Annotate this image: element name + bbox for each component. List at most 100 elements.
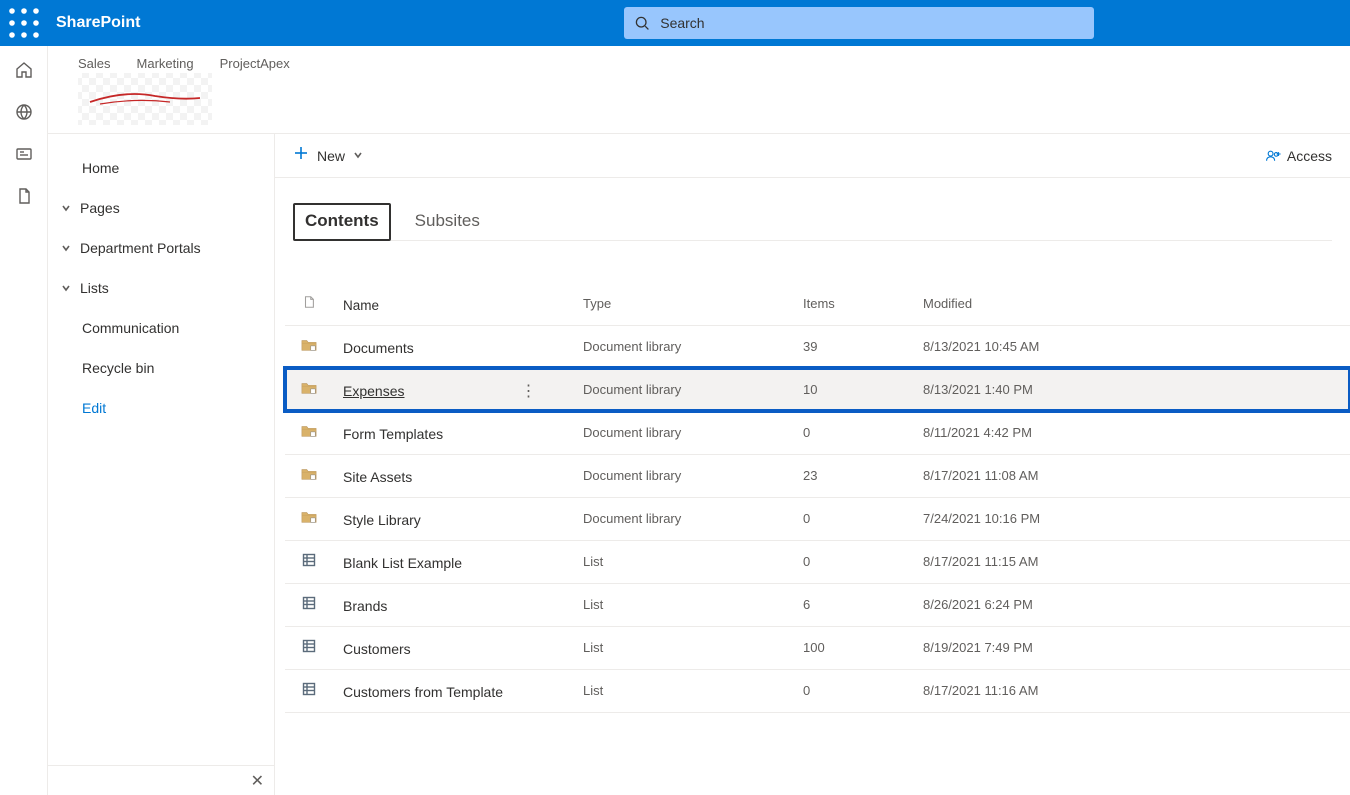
nav-department-portals[interactable]: Department Portals <box>48 228 274 268</box>
table-row[interactable]: Documents Document library398/13/2021 10:… <box>285 325 1350 368</box>
row-modified: 8/17/2021 11:15 AM <box>913 540 1350 583</box>
row-items: 0 <box>793 411 913 454</box>
row-items: 0 <box>793 540 913 583</box>
nav-pages[interactable]: Pages <box>48 188 274 228</box>
access-button[interactable]: Access <box>1265 148 1332 164</box>
row-items: 23 <box>793 454 913 497</box>
table-row[interactable]: Site AssetsDocument library238/17/2021 1… <box>285 454 1350 497</box>
access-label: Access <box>1287 148 1332 164</box>
nav-edit[interactable]: Edit <box>48 388 274 428</box>
column-name[interactable]: Name <box>333 283 573 325</box>
row-name[interactable]: Brands <box>343 598 387 614</box>
tab-contents[interactable]: Contents <box>293 203 391 241</box>
breadcrumb-item[interactable]: Sales <box>78 56 111 71</box>
chevron-down-icon <box>353 147 363 165</box>
breadcrumb-item[interactable]: ProjectApex <box>220 56 290 71</box>
row-name[interactable]: Customers from Template <box>343 684 503 700</box>
row-type: Document library <box>573 368 793 411</box>
row-name[interactable]: Form Templates <box>343 426 443 442</box>
close-icon[interactable]: ✕ <box>251 771 264 791</box>
tabs: Contents Subsites <box>293 202 1332 241</box>
row-name[interactable]: Customers <box>343 641 411 657</box>
row-modified: 8/17/2021 11:16 AM <box>913 669 1350 712</box>
nav-label: Lists <box>80 280 109 296</box>
row-name[interactable]: Blank List Example <box>343 555 462 571</box>
tab-subsites[interactable]: Subsites <box>403 203 492 241</box>
app-launcher-icon[interactable] <box>8 7 40 39</box>
table-row[interactable]: Customers List1008/19/2021 7:49 PM <box>285 626 1350 669</box>
news-icon[interactable] <box>14 144 34 164</box>
row-items: 0 <box>793 669 913 712</box>
doclib-icon <box>301 338 317 352</box>
left-nav: Home Pages Department Portals Lists Comm… <box>48 134 275 795</box>
doclib-icon <box>301 467 317 481</box>
row-name[interactable]: Site Assets <box>343 469 412 485</box>
nav-communication[interactable]: Communication <box>48 308 274 348</box>
row-modified: 8/13/2021 10:45 AM <box>913 325 1350 368</box>
row-items: 100 <box>793 626 913 669</box>
nav-label: Home <box>82 160 119 176</box>
row-type: List <box>573 540 793 583</box>
search-input[interactable]: Search <box>624 7 1094 39</box>
list-icon <box>302 639 316 653</box>
contents-table: Name Type Items Modified DocumentsDocume… <box>285 283 1350 713</box>
brand-label[interactable]: SharePoint <box>56 14 140 32</box>
app-rail <box>0 46 48 795</box>
column-modified[interactable]: Modified <box>913 283 1350 325</box>
row-modified: 8/11/2021 4:42 PM <box>913 411 1350 454</box>
nav-label: Communication <box>82 320 179 336</box>
row-items: 6 <box>793 583 913 626</box>
search-placeholder: Search <box>660 15 704 31</box>
doclib-icon <box>301 381 317 395</box>
row-type: List <box>573 626 793 669</box>
nav-recycle-bin[interactable]: Recycle bin <box>48 348 274 388</box>
people-icon <box>1265 148 1281 164</box>
row-modified: 8/13/2021 1:40 PM <box>913 368 1350 411</box>
row-type: Document library <box>573 325 793 368</box>
table-row[interactable]: Form Templates Document library08/11/2021… <box>285 411 1350 454</box>
plus-icon <box>293 145 309 166</box>
breadcrumb: Sales Marketing ProjectApex <box>78 56 1320 71</box>
row-name[interactable]: Expenses <box>343 383 404 399</box>
nav-lists[interactable]: Lists <box>48 268 274 308</box>
column-type[interactable]: Type <box>573 283 793 325</box>
row-type: Document library <box>573 411 793 454</box>
nav-label: Pages <box>80 200 120 216</box>
page-icon <box>301 295 317 309</box>
row-modified: 8/19/2021 7:49 PM <box>913 626 1350 669</box>
chevron-down-icon <box>60 243 72 253</box>
row-items: 0 <box>793 497 913 540</box>
table-row[interactable]: Blank List Example List08/17/2021 11:15 A… <box>285 540 1350 583</box>
table-row[interactable]: Customers from TemplateList08/17/2021 11… <box>285 669 1350 712</box>
table-row[interactable]: Brands List68/26/2021 6:24 PM <box>285 583 1350 626</box>
nav-home[interactable]: Home <box>48 148 274 188</box>
new-label: New <box>317 148 345 164</box>
table-row[interactable]: Expenses⋮Document library108/13/2021 1:4… <box>285 368 1350 411</box>
row-modified: 8/26/2021 6:24 PM <box>913 583 1350 626</box>
column-icon[interactable] <box>285 283 333 325</box>
chevron-down-icon <box>60 203 72 213</box>
row-type: Document library <box>573 497 793 540</box>
list-icon <box>302 682 316 696</box>
search-icon <box>634 15 650 31</box>
doclib-icon <box>301 510 317 524</box>
breadcrumb-item[interactable]: Marketing <box>137 56 194 71</box>
chevron-down-icon <box>60 283 72 293</box>
row-items: 39 <box>793 325 913 368</box>
row-modified: 7/24/2021 10:16 PM <box>913 497 1350 540</box>
site-logo[interactable] <box>78 73 212 125</box>
file-icon[interactable] <box>14 186 34 206</box>
nav-label: Department Portals <box>80 240 201 256</box>
table-row[interactable]: Style Library Document library07/24/2021 … <box>285 497 1350 540</box>
list-icon <box>302 553 316 567</box>
column-items[interactable]: Items <box>793 283 913 325</box>
row-type: List <box>573 583 793 626</box>
globe-icon[interactable] <box>14 102 34 122</box>
more-actions-icon[interactable]: ⋮ <box>514 383 542 400</box>
row-name[interactable]: Style Library <box>343 512 421 528</box>
row-name[interactable]: Documents <box>343 340 414 356</box>
list-icon <box>302 596 316 610</box>
new-button[interactable]: New <box>293 145 363 166</box>
home-icon[interactable] <box>14 60 34 80</box>
row-modified: 8/17/2021 11:08 AM <box>913 454 1350 497</box>
